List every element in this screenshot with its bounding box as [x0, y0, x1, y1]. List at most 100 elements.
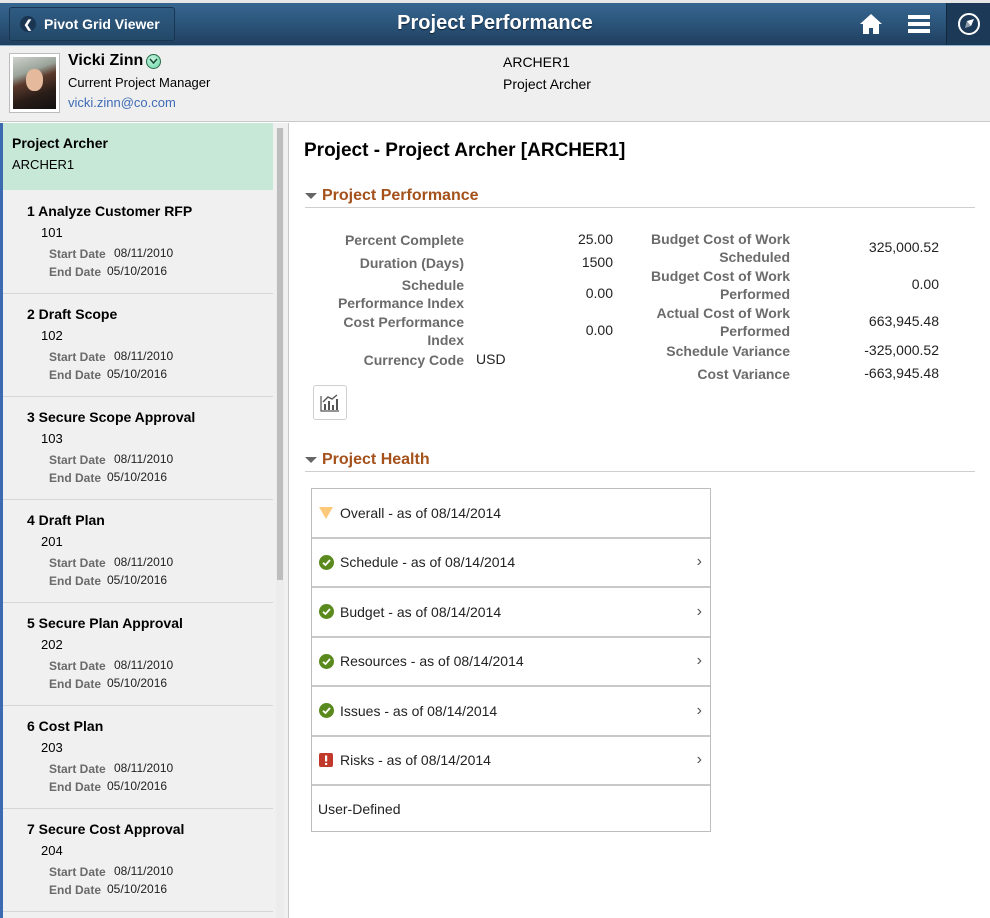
task-list-item[interactable]: 4 Draft Plan 201 Start Date 08/11/2010 End D… — [3, 500, 273, 603]
scrollbar-thumb[interactable] — [277, 128, 283, 580]
check-circle-icon — [318, 703, 334, 719]
task-code: 101 — [41, 225, 63, 240]
project-health-section-toggle[interactable]: Project Health — [305, 448, 975, 472]
start-date-value: 08/11/2010 — [114, 555, 174, 569]
check-circle-icon — [318, 653, 334, 669]
field-label-schedule-variance: Schedule Variance — [666, 343, 790, 359]
label-line: Actual Cost of Work — [656, 305, 790, 321]
task-code: 201 — [41, 534, 63, 549]
task-list-item[interactable]: 5 Secure Plan Approval 202 Start Date 08/11… — [3, 603, 273, 706]
chevron-right-icon[interactable]: › — [697, 702, 702, 720]
field-label-bcws: Budget Cost of Work Scheduled — [620, 230, 790, 266]
field-label-spi: Schedule Performance Index — [310, 276, 464, 312]
navbar-compass-icon — [957, 13, 980, 35]
health-row-label: Overall - as of 08/14/2014 — [340, 504, 502, 521]
task-code: 202 — [41, 637, 63, 652]
health-row-label: Issues - as of 08/14/2014 — [340, 702, 498, 719]
field-value-bcws: 325,000.52 — [868, 239, 939, 255]
check-circle-icon — [318, 554, 334, 570]
main-content: Project - Project Archer [ARCHER1] Proje… — [290, 123, 990, 918]
end-date-label: End Date — [49, 883, 102, 897]
field-value-percent-complete: 25.00 — [577, 231, 613, 247]
project-performance-section-toggle[interactable]: Project Performance — [305, 184, 975, 208]
task-name: 6 Cost Plan — [27, 718, 104, 734]
task-list-item[interactable]: 7 Secure Cost Approval 204 Start Date 08/11… — [3, 809, 273, 912]
home-button[interactable] — [849, 3, 893, 45]
start-date-value: 08/11/2010 — [114, 761, 174, 775]
avatar — [9, 53, 60, 113]
field-label-acwp: Actual Cost of Work Performed — [620, 304, 790, 340]
menu-button[interactable] — [897, 3, 941, 45]
label-line: Performed — [719, 286, 790, 302]
task-name: 2 Draft Scope — [27, 306, 118, 322]
end-date-value: 05/10/2016 — [107, 573, 168, 587]
field-value-currency: USD — [476, 351, 506, 367]
analytics-chart-button[interactable] — [313, 385, 347, 420]
manager-name-text: Vicki Zinn — [68, 52, 144, 69]
app-header: ❮ Pivot Grid Viewer Project Performance — [0, 0, 990, 46]
end-date-value: 05/10/2016 — [107, 882, 168, 896]
start-date-label: Start Date — [49, 659, 106, 673]
task-name: 7 Secure Cost Approval — [27, 821, 185, 837]
chevron-right-icon[interactable]: › — [697, 652, 702, 670]
back-button-label: Pivot Grid Viewer — [44, 16, 160, 32]
label-line: Performed — [719, 323, 790, 339]
field-label-duration: Duration (Days) — [359, 255, 464, 271]
manager-name: Vicki Zinn — [68, 52, 162, 70]
end-date-label: End Date — [49, 368, 102, 382]
task-list-item[interactable]: 6 Cost Plan 203 Start Date 08/11/2010 End Da… — [3, 706, 273, 809]
health-row-label: Risks - as of 08/14/2014 — [340, 752, 491, 769]
profile-header: Vicki Zinn Current Project Manager vicki… — [0, 46, 990, 122]
hamburger-menu-icon — [908, 15, 930, 33]
health-row-budget[interactable]: Budget - as of 08/14/2014 › — [312, 588, 710, 638]
selected-project-item[interactable]: Project Archer ARCHER1 — [3, 123, 273, 190]
back-button[interactable]: ❮ Pivot Grid Viewer — [9, 7, 175, 41]
start-date-value: 08/11/2010 — [114, 349, 174, 363]
project-name: Project Archer — [503, 76, 591, 92]
task-list-item[interactable]: 3 Secure Scope Approval 103 Start Date 08/1… — [3, 397, 273, 500]
health-row-overall: Overall - as of 08/14/2014 — [312, 489, 710, 539]
chevron-right-icon[interactable]: › — [697, 553, 702, 571]
start-date-value: 08/11/2010 — [114, 246, 174, 260]
end-date-label: End Date — [49, 677, 102, 691]
warning-triangle-icon — [318, 505, 334, 521]
health-row-label: Schedule - as of 08/14/2014 — [340, 554, 516, 571]
field-label-cpi: Cost Performance Index — [310, 313, 464, 349]
end-date-value: 05/10/2016 — [107, 779, 168, 793]
health-row-issues[interactable]: Issues - as of 08/14/2014 › — [312, 687, 710, 737]
selected-project-code: ARCHER1 — [12, 157, 75, 172]
task-list-item[interactable]: 2 Draft Scope 102 Start Date 08/11/2010 End … — [3, 294, 273, 397]
field-label-percent-complete: Percent Complete — [344, 232, 464, 248]
chevron-right-icon[interactable]: › — [697, 751, 702, 769]
chevron-down-icon[interactable] — [146, 53, 162, 69]
label-line: Index — [427, 332, 464, 348]
end-date-label: End Date — [49, 265, 102, 279]
end-date-label: End Date — [49, 780, 102, 794]
task-name: 1 Analyze Customer RFP — [27, 203, 193, 219]
start-date-label: Start Date — [49, 556, 106, 570]
health-row-risks[interactable]: Risks - as of 08/14/2014 › — [312, 737, 710, 786]
task-code: 102 — [41, 328, 63, 343]
health-row-user-defined: User-Defined — [312, 786, 710, 832]
manager-email-link[interactable]: vicki.zinn@co.com — [68, 95, 176, 110]
field-label-currency: Currency Code — [363, 352, 464, 368]
project-code: ARCHER1 — [503, 54, 570, 70]
start-date-label: Start Date — [49, 350, 106, 364]
end-date-label: End Date — [49, 574, 102, 588]
label-line: Cost Performance — [343, 314, 464, 330]
chevron-right-icon[interactable]: › — [697, 603, 702, 621]
start-date-label: Start Date — [49, 865, 106, 879]
health-row-schedule[interactable]: Schedule - as of 08/14/2014 › — [312, 539, 710, 588]
field-label-cost-variance: Cost Variance — [697, 366, 790, 382]
task-name: 3 Secure Scope Approval — [27, 409, 196, 425]
task-list-item[interactable]: 1 Analyze Customer RFP 101 Start Date 08/11… — [3, 191, 273, 294]
task-name: 5 Secure Plan Approval — [27, 615, 183, 631]
start-date-label: Start Date — [49, 247, 106, 261]
analytics-chart-icon — [320, 393, 339, 412]
error-exclamation-icon — [318, 752, 334, 768]
section-label: Project Health — [322, 450, 430, 468]
navbar-button[interactable] — [946, 3, 990, 45]
health-row-resources[interactable]: Resources - as of 08/14/2014 › — [312, 638, 710, 687]
field-value-duration: 1500 — [581, 254, 613, 270]
end-date-value: 05/10/2016 — [107, 676, 168, 690]
